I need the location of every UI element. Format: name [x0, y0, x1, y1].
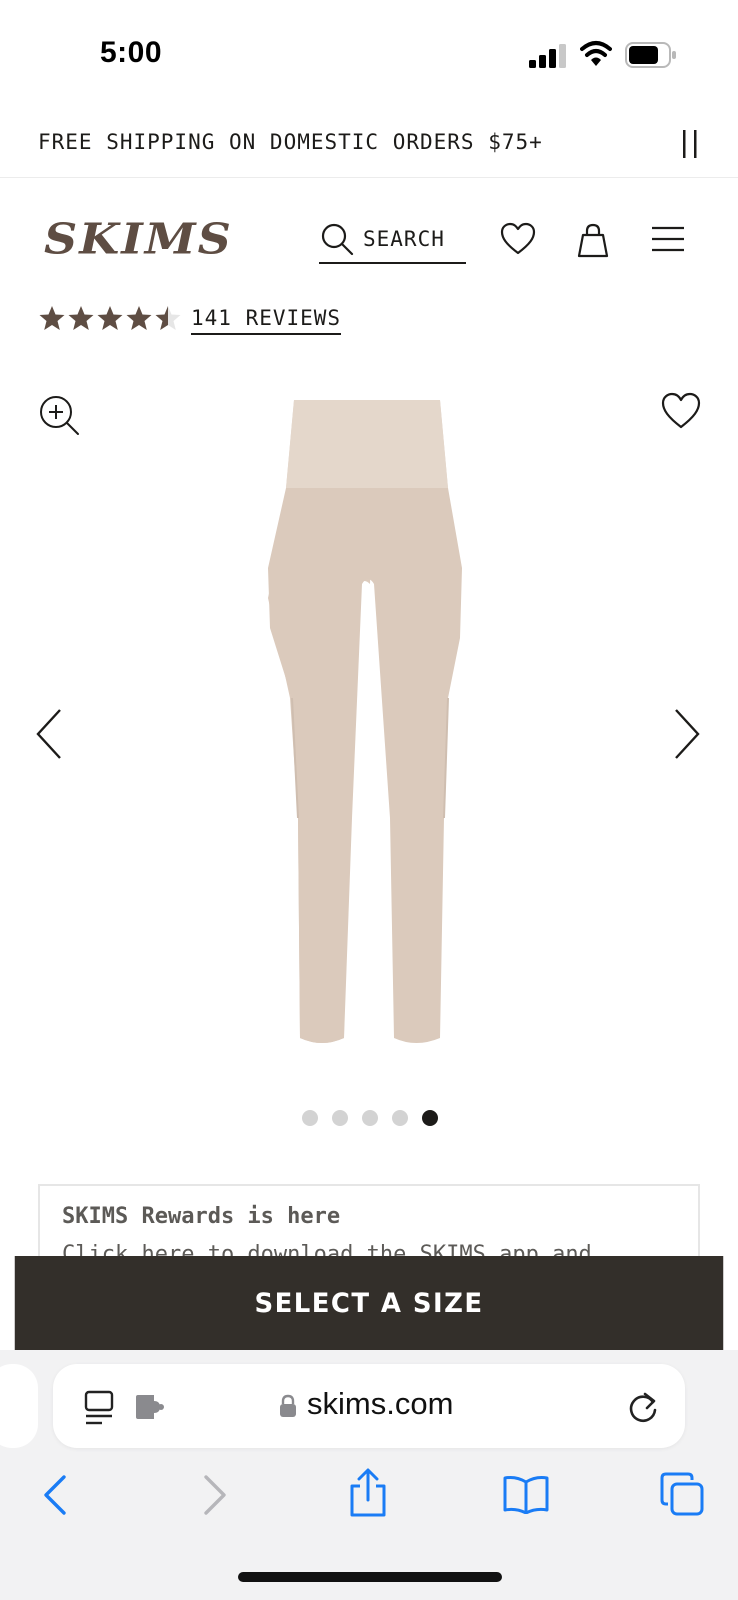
star-icon [126, 306, 152, 330]
battery-icon [625, 42, 676, 68]
star-icon [68, 306, 94, 330]
share-icon[interactable] [348, 1468, 388, 1518]
status-time: 5:00 [100, 36, 163, 69]
pagination-dot[interactable] [362, 1110, 378, 1126]
star-rating [38, 304, 182, 332]
search-label: SEARCH [363, 227, 445, 251]
wishlist-heart-icon[interactable] [500, 222, 536, 256]
search-button[interactable]: SEARCH [319, 216, 466, 264]
skims-logo[interactable]: SKIMS [44, 214, 233, 264]
favorite-heart-icon[interactable] [661, 392, 701, 430]
star-icon [39, 306, 65, 330]
star-icon [97, 306, 123, 330]
select-size-button[interactable]: SELECT A SIZE [14, 1256, 724, 1350]
menu-icon[interactable] [651, 226, 685, 252]
reviews-link[interactable]: 141 REVIEWS [191, 306, 342, 335]
cellular-signal-icon [529, 44, 566, 68]
search-icon [321, 223, 354, 256]
chevron-right-icon[interactable] [672, 708, 702, 760]
pause-icon[interactable] [680, 128, 700, 160]
gallery-pagination [302, 1110, 438, 1126]
promo-text: FREE SHIPPING ON DOMESTIC ORDERS $75+ [38, 130, 543, 154]
product-image-leggings[interactable] [262, 398, 474, 1048]
pagination-dot[interactable] [302, 1110, 318, 1126]
url-text[interactable]: skims.com [307, 1386, 453, 1422]
bookmarks-icon[interactable] [502, 1474, 550, 1514]
zoom-in-icon[interactable] [38, 394, 80, 436]
lock-icon [280, 1394, 296, 1417]
rewards-title: SKIMS Rewards is here [62, 1204, 341, 1229]
pagination-dot[interactable] [332, 1110, 348, 1126]
home-indicator[interactable] [238, 1572, 502, 1582]
chevron-left-icon[interactable] [34, 708, 64, 760]
pagination-dot-active[interactable] [422, 1110, 438, 1126]
back-chevron-icon[interactable] [42, 1474, 68, 1516]
pagination-dot[interactable] [392, 1110, 408, 1126]
wifi-icon [580, 41, 612, 66]
tabs-icon[interactable] [660, 1472, 704, 1516]
reader-mode-icon[interactable] [84, 1390, 114, 1426]
extension-icon[interactable] [134, 1393, 166, 1421]
reload-icon[interactable] [627, 1390, 659, 1424]
half-star-icon [155, 306, 181, 330]
shopping-bag-icon[interactable] [575, 222, 611, 258]
previous-tab-preview[interactable] [0, 1364, 38, 1448]
forward-chevron-icon[interactable] [202, 1474, 228, 1516]
